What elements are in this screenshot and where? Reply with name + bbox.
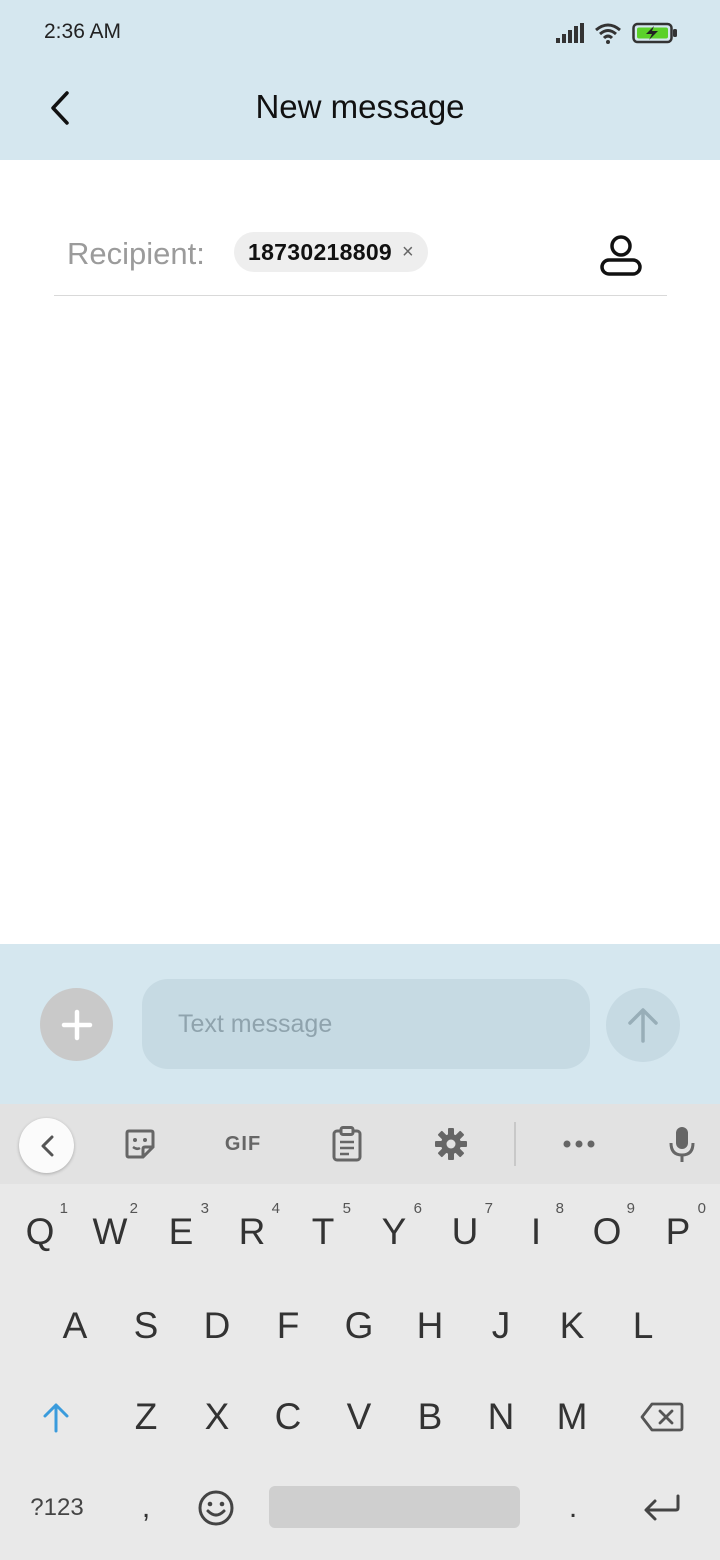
app-header: 2:36 AM New message xyxy=(0,0,720,160)
message-input[interactable] xyxy=(142,979,590,1069)
key-z[interactable]: Z xyxy=(116,1377,176,1457)
status-time: 2:36 AM xyxy=(44,20,122,43)
key-g[interactable]: G xyxy=(329,1286,389,1366)
recipient-chip[interactable]: 18730218809 × xyxy=(234,232,428,272)
send-button[interactable] xyxy=(606,988,680,1062)
gear-icon xyxy=(435,1128,467,1160)
key-w[interactable]: W2 xyxy=(80,1192,140,1272)
key-y[interactable]: Y6 xyxy=(364,1192,424,1272)
enter-key[interactable] xyxy=(632,1468,692,1548)
keyboard-toolbar: GIF xyxy=(0,1104,720,1184)
enter-icon xyxy=(644,1494,680,1521)
gif-label: GIF xyxy=(224,1132,262,1155)
contacts-button[interactable] xyxy=(598,233,644,279)
key-b[interactable]: B xyxy=(400,1377,460,1457)
recipient-row[interactable]: Recipient: 18730218809 × xyxy=(54,215,667,296)
clipboard-button[interactable] xyxy=(325,1122,369,1166)
attach-button[interactable] xyxy=(40,988,113,1061)
emoji-icon xyxy=(198,1490,234,1526)
key-t[interactable]: T5 xyxy=(293,1192,353,1272)
settings-button[interactable] xyxy=(429,1122,473,1166)
arrow-up-icon xyxy=(628,1008,658,1043)
key-h[interactable]: H xyxy=(400,1286,460,1366)
plus-icon xyxy=(61,1009,92,1040)
comma-key[interactable]: , xyxy=(116,1468,176,1548)
key-l[interactable]: L xyxy=(613,1286,673,1366)
key-n[interactable]: N xyxy=(471,1377,531,1457)
status-icons xyxy=(556,20,678,46)
compose-bar xyxy=(0,944,720,1104)
period-key[interactable]: . xyxy=(543,1468,603,1548)
contact-icon xyxy=(600,235,642,276)
collapse-toolbar-button[interactable] xyxy=(19,1118,74,1173)
wifi-icon xyxy=(595,23,621,44)
clipboard-icon xyxy=(332,1126,362,1162)
key-j[interactable]: J xyxy=(471,1286,531,1366)
more-dots-icon xyxy=(563,1140,595,1148)
gif-button[interactable]: GIF xyxy=(215,1122,271,1166)
shift-arrow-icon xyxy=(43,1403,69,1433)
recipient-number: 18730218809 xyxy=(248,238,393,265)
toolbar-divider xyxy=(514,1122,516,1166)
backspace-icon xyxy=(640,1402,684,1432)
key-d[interactable]: D xyxy=(187,1286,247,1366)
voice-input-button[interactable] xyxy=(660,1122,704,1166)
symbols-key[interactable]: ?123 xyxy=(22,1468,92,1548)
key-v[interactable]: V xyxy=(329,1377,389,1457)
recipient-label: Recipient: xyxy=(67,236,205,271)
key-u[interactable]: U7 xyxy=(435,1192,495,1272)
microphone-icon xyxy=(669,1127,695,1162)
page-title: New message xyxy=(255,88,465,125)
key-x[interactable]: X xyxy=(187,1377,247,1457)
chevron-left-icon xyxy=(41,1135,53,1156)
key-i[interactable]: I8 xyxy=(506,1192,566,1272)
key-o[interactable]: O9 xyxy=(577,1192,637,1272)
key-p[interactable]: P0 xyxy=(648,1192,708,1272)
more-button[interactable] xyxy=(557,1122,601,1166)
sticker-icon xyxy=(125,1129,155,1159)
key-f[interactable]: F xyxy=(258,1286,318,1366)
signal-icon xyxy=(556,23,584,43)
shift-key[interactable] xyxy=(26,1377,86,1457)
sticker-button[interactable] xyxy=(118,1122,162,1166)
key-r[interactable]: R4 xyxy=(222,1192,282,1272)
key-c[interactable]: C xyxy=(258,1377,318,1457)
backspace-key[interactable] xyxy=(632,1377,692,1457)
emoji-key[interactable] xyxy=(186,1468,246,1548)
key-k[interactable]: K xyxy=(542,1286,602,1366)
remove-recipient-button[interactable]: × xyxy=(402,242,414,262)
space-key[interactable] xyxy=(269,1486,520,1528)
battery-charging-icon xyxy=(632,22,677,44)
key-a[interactable]: A xyxy=(45,1286,105,1366)
key-q[interactable]: Q1 xyxy=(10,1192,70,1272)
keyboard: GIF Q 1 W 2 E 3 R 4 T 5 Y 6 U 7 I 8 O 9 … xyxy=(0,1104,720,1560)
key-s[interactable]: S xyxy=(116,1286,176,1366)
key-m[interactable]: M xyxy=(542,1377,602,1457)
key-e[interactable]: E3 xyxy=(151,1192,211,1272)
